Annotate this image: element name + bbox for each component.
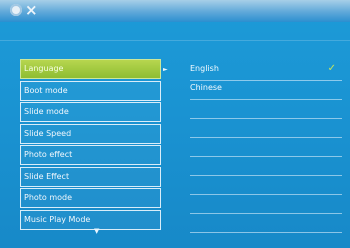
menu-arrow-icon: ► [163, 66, 168, 73]
option-empty[interactable] [190, 119, 342, 138]
menu-item-label: Slide mode [24, 107, 69, 116]
option-label: English [190, 64, 219, 73]
menu-item-boot-mode[interactable]: Boot mode [20, 80, 161, 101]
settings-menu: Language Boot mode Slide mode Slide Spee… [20, 59, 161, 231]
menu-item-label: Boot mode [24, 85, 68, 95]
option-chinese[interactable]: Chinese [190, 81, 342, 100]
menu-item-label: Photo mode [24, 193, 73, 202]
top-icons: × [10, 3, 38, 18]
option-empty[interactable] [190, 176, 342, 195]
option-english[interactable]: English ✓ [190, 62, 342, 81]
menu-item-label: Music Play Mode [24, 214, 91, 224]
menu-item-music-play-mode[interactable]: Music Play Mode [20, 209, 161, 230]
menu-item-language[interactable]: Language [20, 59, 161, 79]
menu-item-label: Slide Speed [24, 128, 72, 138]
menu-item-slide-speed[interactable]: Slide Speed [20, 123, 161, 144]
option-label: Chinese [190, 83, 222, 92]
option-empty[interactable] [190, 195, 342, 214]
close-icon[interactable]: × [25, 3, 38, 18]
menu-item-photo-mode[interactable]: Photo mode [20, 188, 161, 208]
menu-item-slide-mode[interactable]: Slide mode [20, 102, 161, 122]
menu-item-label: Language [24, 64, 64, 73]
menu-item-label: Slide Effect [24, 171, 70, 181]
option-empty[interactable] [190, 138, 342, 157]
menu-item-label: Photo effect [24, 150, 73, 159]
check-icon: ✓ [327, 63, 336, 74]
option-empty[interactable] [190, 100, 342, 119]
menu-item-slide-effect[interactable]: Slide Effect [20, 166, 161, 187]
option-list: English ✓ Chinese [190, 62, 342, 233]
option-empty[interactable] [190, 214, 342, 233]
menu-item-photo-effect[interactable]: Photo effect [20, 145, 161, 165]
option-empty[interactable] [190, 157, 342, 176]
chevron-down-icon[interactable]: ▼ [94, 227, 99, 235]
gear-icon[interactable] [10, 4, 22, 16]
divider [0, 40, 350, 41]
top-bar: × [0, 0, 350, 22]
